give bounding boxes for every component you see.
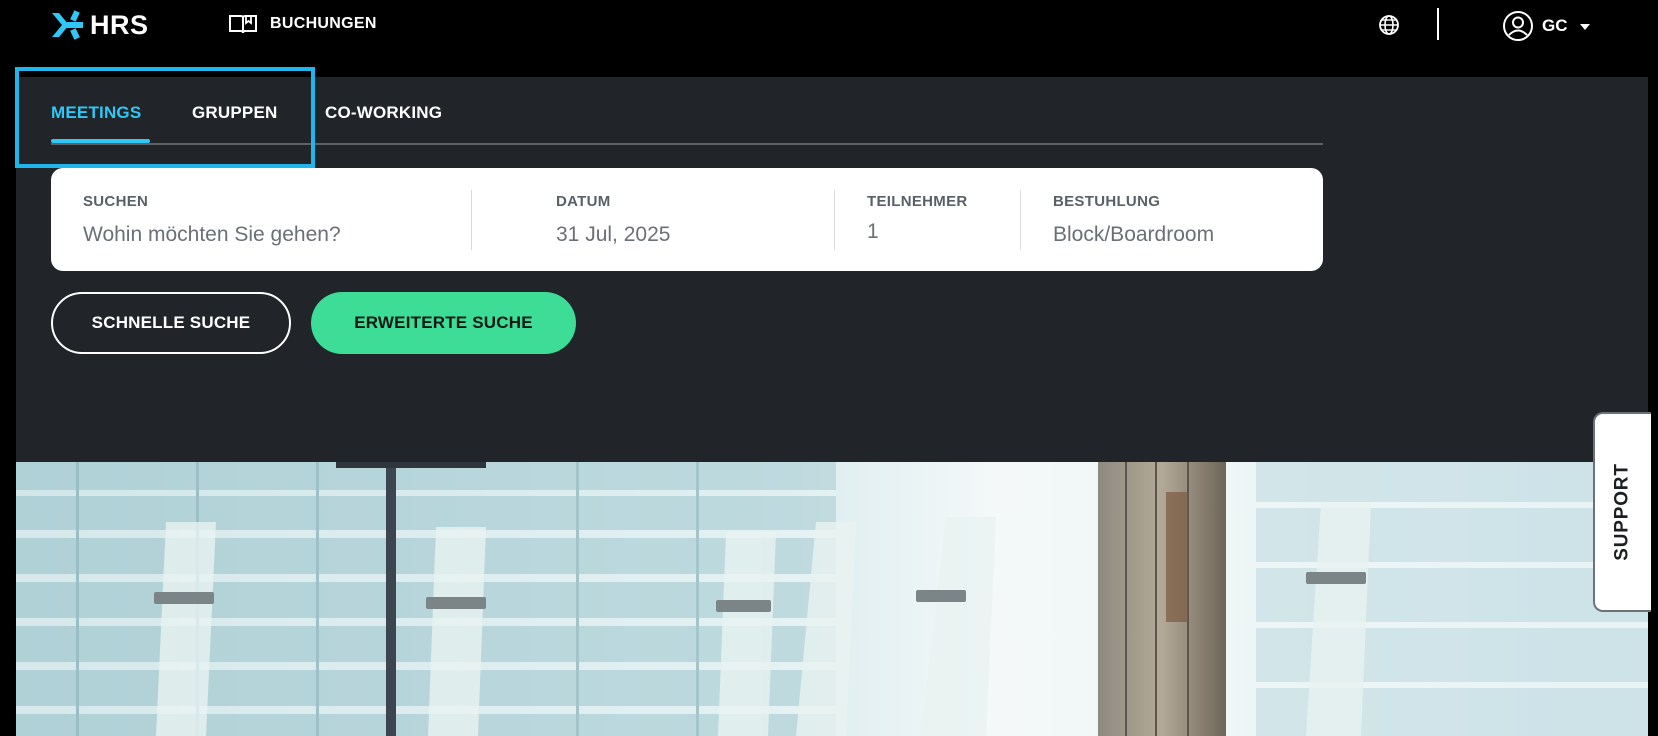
participants-value[interactable]: 1 — [867, 220, 879, 244]
brand-name: HRS — [90, 9, 149, 40]
seating-field[interactable]: BESTUHLUNG Block/Boardroom — [1021, 168, 1321, 271]
participants-label: TEILNEHMER — [867, 193, 968, 210]
search-type-tabs: MEETINGS GRUPPEN CO-WORKING — [51, 77, 1323, 145]
hrs-logo[interactable]: HRS — [50, 9, 149, 41]
active-tab-indicator — [51, 139, 150, 143]
hrs-logo-icon — [52, 10, 83, 40]
user-icon — [1503, 11, 1533, 41]
support-label: SUPPORT — [1612, 463, 1634, 561]
user-initials: GC — [1542, 16, 1568, 35]
support-tab[interactable]: SUPPORT — [1593, 412, 1651, 612]
advanced-search-button[interactable]: ERWEITERTE SUCHE — [311, 292, 576, 354]
top-navigation-bar: HRS BUCHUNGEN GC — [0, 0, 1658, 50]
quick-search-button[interactable]: SCHNELLE SUCHE — [51, 292, 291, 354]
participants-field[interactable]: TEILNEHMER 1 — [835, 168, 1020, 271]
search-bar: SUCHEN Wohin möchten Sie gehen? DATUM 31… — [51, 168, 1323, 271]
hero-photo — [16, 462, 1648, 736]
seating-value[interactable]: Block/Boardroom — [1053, 223, 1214, 247]
book-icon — [229, 15, 257, 34]
tab-meetings[interactable]: MEETINGS — [51, 103, 141, 123]
bookings-nav-link[interactable]: BUCHUNGEN — [228, 13, 377, 35]
destination-field[interactable]: SUCHEN Wohin möchten Sie gehen? — [51, 168, 471, 271]
destination-label: SUCHEN — [83, 193, 149, 210]
hero-image — [16, 462, 1648, 736]
chevron-down-icon — [1579, 24, 1590, 30]
language-selector[interactable] — [1378, 14, 1400, 41]
tab-co-working[interactable]: CO-WORKING — [325, 103, 442, 123]
date-label: DATUM — [556, 193, 611, 210]
date-value[interactable]: 31 Jul, 2025 — [556, 223, 670, 247]
globe-icon — [1379, 15, 1399, 35]
destination-input[interactable]: Wohin möchten Sie gehen? — [83, 223, 341, 247]
date-field[interactable]: DATUM 31 Jul, 2025 — [472, 168, 834, 271]
user-menu[interactable]: GC — [1502, 10, 1590, 42]
bookings-label: BUCHUNGEN — [270, 15, 377, 32]
tab-gruppen[interactable]: GRUPPEN — [192, 103, 277, 123]
seating-label: BESTUHLUNG — [1053, 193, 1161, 210]
nav-divider — [1437, 8, 1439, 40]
